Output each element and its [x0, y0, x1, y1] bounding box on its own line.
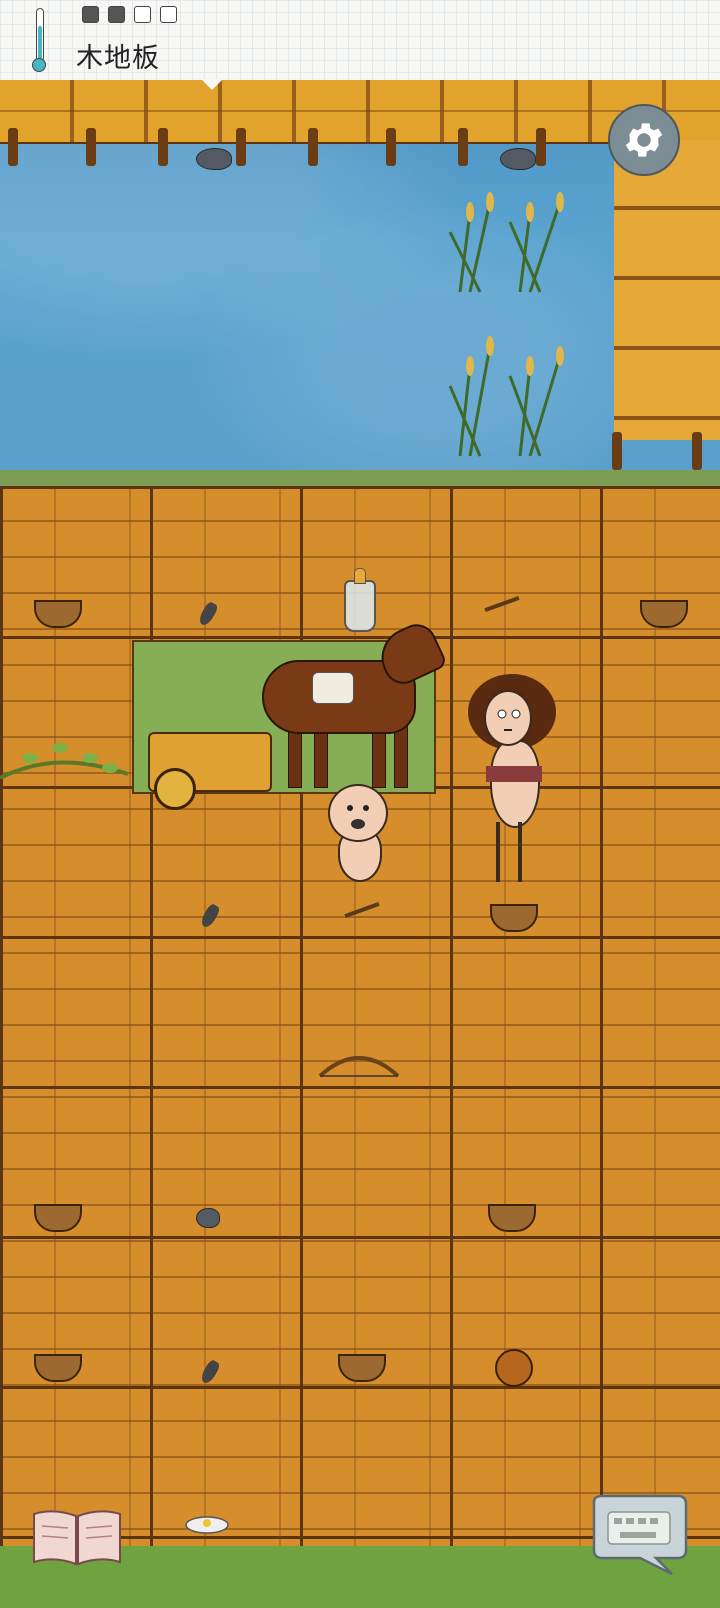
food-pip	[82, 6, 99, 23]
food-meter	[82, 6, 177, 23]
mother-character[interactable]	[490, 740, 540, 828]
bridge-post	[236, 128, 246, 166]
horse-leg	[372, 726, 386, 788]
bridge-post	[612, 432, 622, 470]
crying-face-icon	[347, 805, 369, 829]
mother-leg	[496, 822, 500, 882]
bridge-post	[86, 128, 96, 166]
cart-wheel	[154, 768, 196, 810]
mother-face[interactable]	[484, 690, 532, 746]
stone-pile[interactable]	[196, 148, 232, 170]
horse-leg	[314, 726, 328, 788]
milk-bottle-item[interactable]	[344, 568, 376, 632]
bridge-post	[692, 432, 702, 470]
round-stone-item[interactable]	[196, 1208, 220, 1228]
open-book-icon	[33, 1510, 121, 1566]
keyboard-chat-bubble-icon	[592, 1494, 688, 1576]
settings-button[interactable]	[608, 104, 680, 176]
bridge-post	[308, 128, 318, 166]
bridge-post	[158, 128, 168, 166]
burdock-item[interactable]	[490, 1344, 538, 1392]
wooden-bridge-vertical[interactable]	[614, 140, 720, 440]
shoreline	[0, 470, 720, 486]
chat-keyboard-button[interactable]	[586, 1492, 692, 1576]
horse-leg	[394, 726, 408, 788]
horse-leg	[288, 726, 302, 788]
gear-icon	[625, 123, 663, 157]
journal-button[interactable]	[30, 1506, 124, 1568]
food-pip	[134, 6, 151, 23]
reeds-plant[interactable]	[430, 316, 590, 466]
mother-leg	[518, 822, 522, 882]
plate-item[interactable]	[184, 1514, 230, 1536]
baby-head[interactable]	[328, 784, 388, 842]
status-bar: 木地板	[0, 0, 720, 90]
food-pip	[160, 6, 177, 23]
face-icon	[497, 709, 521, 731]
saddle	[312, 672, 354, 704]
bow-drill-item[interactable]	[316, 1046, 402, 1086]
hovered-tile-label: 木地板	[76, 43, 160, 74]
bridge-post	[386, 128, 396, 166]
reeds-plant[interactable]	[430, 172, 590, 302]
bridge-post	[458, 128, 468, 166]
stone-pile[interactable]	[500, 148, 536, 170]
bridge-post	[8, 128, 18, 166]
bridge-post	[536, 128, 546, 166]
food-pip	[108, 6, 125, 23]
vine-plant[interactable]	[0, 718, 130, 788]
thermometer-icon	[32, 8, 46, 72]
mother-belt	[486, 766, 542, 782]
